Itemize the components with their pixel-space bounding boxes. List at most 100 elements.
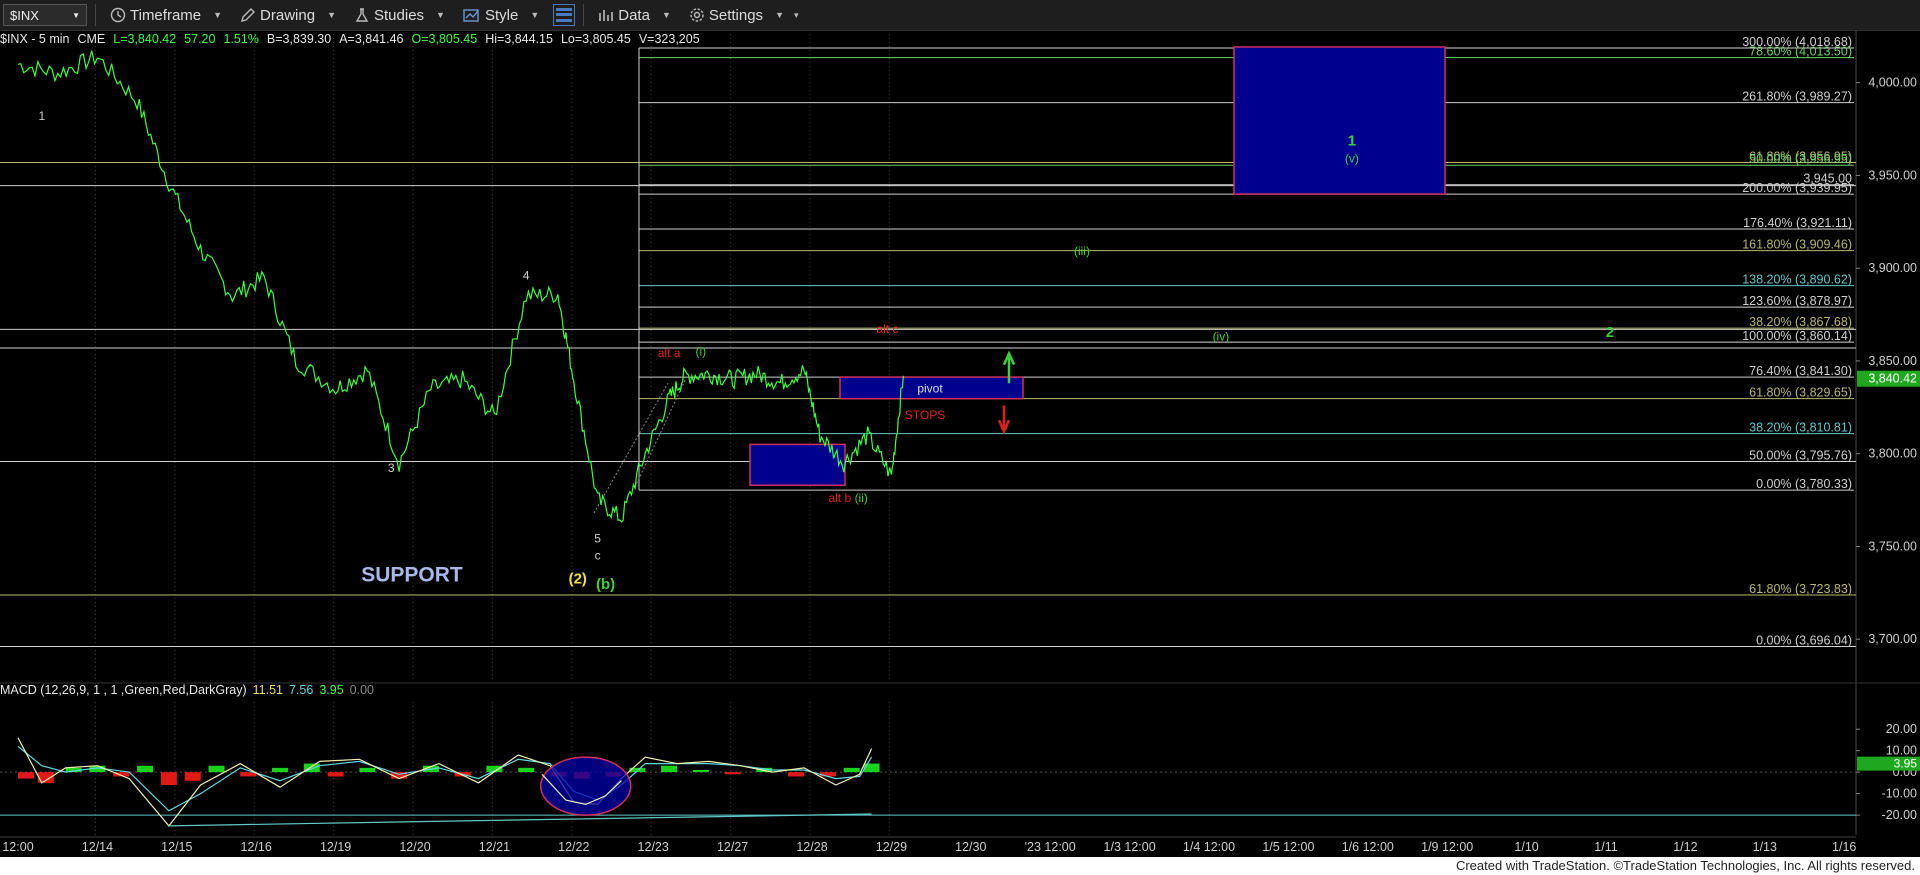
footer: Created with TradeStation. ©TradeStation… [0, 857, 1920, 875]
down-arrow-icon [997, 405, 1011, 435]
timeframe-label: Timeframe [130, 6, 202, 24]
wave-label: 1 [1348, 133, 1356, 150]
fib-label: 61.80% (3,829.65) [1749, 386, 1852, 400]
info-exchange: CME [77, 32, 106, 46]
chevron-down-icon: ▼ [661, 10, 671, 20]
layout-icon[interactable] [553, 4, 576, 26]
chart-area[interactable]: 300.00% (4,018.68)78.60% (4,013.50)261.8… [0, 30, 1920, 857]
macd-hist-value: 3.95 [319, 683, 344, 697]
macd-trendline [168, 813, 872, 827]
wave-label: 2 [1606, 324, 1614, 341]
style-label: Style [484, 6, 519, 24]
fib-label: 0.00% (3,780.33) [1756, 477, 1852, 491]
price-tick-label: 3,800.00 [1868, 447, 1917, 461]
macd-tick-label: -10.00 [1882, 787, 1917, 801]
settings-menu[interactable]: Settings ▼ ▾ [685, 2, 803, 28]
time-axis: 12:00 12/14 12/15 12/16 12/19 12/20 12/21 12/22… [0, 836, 1856, 854]
time-tick-label: '23 12:00 [1025, 840, 1076, 854]
time-tick-label: 1/12 [1673, 840, 1697, 854]
wave-label: (b) [596, 576, 615, 593]
macd-histogram-bar [359, 767, 376, 773]
price-tick-label: 3,950.00 [1868, 168, 1917, 182]
fib-label: 0.00% (3,696.04) [1756, 634, 1852, 648]
info-ask: A=3,841.46 [339, 32, 404, 46]
info-change: 57.20 [184, 32, 216, 46]
fib-label: 38.20% (3,867.68) [1749, 315, 1852, 329]
chevron-down-icon: ▼ [436, 10, 445, 20]
fib-label: 100.00% (3,860.14) [1742, 329, 1852, 343]
fib-label: 50.00% (3,956.95) [1749, 152, 1852, 166]
wave-label: 4 [523, 268, 530, 282]
time-tick-label: 1/10 [1514, 840, 1538, 854]
drawing-menu[interactable]: Drawing ▼ [236, 2, 340, 28]
price-tick-label: 3,850.00 [1868, 354, 1917, 368]
fib-label: 200.00% (3,939.95) [1742, 181, 1852, 195]
wave-label: alt c [876, 322, 898, 336]
support-label: SUPPORT [361, 564, 463, 587]
fib-label: 138.20% (3,890.62) [1742, 273, 1852, 287]
wave-label: alt a [658, 346, 681, 360]
fib-label: 76.40% (3,841.30) [1749, 364, 1852, 378]
symbol-selector[interactable]: $INX ▼ [3, 4, 87, 26]
macd-signal-line [17, 745, 873, 812]
timeframe-menu[interactable]: Timeframe ▼ [106, 2, 226, 28]
time-tick-label: 12/23 [638, 840, 669, 854]
settings-label: Settings [708, 6, 764, 24]
toolbar: $INX ▼ Timeframe ▼ Drawing ▼ Studies ▼ S… [0, 0, 1920, 31]
toolbar-separator [583, 4, 585, 26]
price-tick-label: 3,900.00 [1868, 261, 1917, 275]
studies-menu[interactable]: Studies ▼ [350, 2, 449, 28]
gear-icon [690, 8, 704, 22]
macd-label: MACD (12,26,9, 1 , 1 ,Green,Red,DarkGray… [0, 683, 247, 697]
chevron-down-icon: ▼ [530, 10, 540, 20]
time-tick-label: 12/20 [399, 840, 430, 854]
pencil-icon [241, 8, 256, 22]
time-tick-label: 1/16 [1832, 840, 1856, 854]
symbol-info-line: $INX - 5 min CME L=3,840.42 57.20 1.51% B=3,8… [0, 32, 708, 48]
macd-histogram-bar [137, 765, 154, 773]
data-menu[interactable]: Data ▼ [594, 2, 675, 28]
macd-histogram-bar [724, 772, 741, 775]
macd-histogram-bar [819, 772, 836, 777]
fib-label: 61.80% (3,723.83) [1749, 582, 1852, 596]
macd-highlight-ellipse [539, 756, 632, 816]
wave-label: (2) [569, 571, 587, 588]
macd-histogram-bar [17, 772, 34, 779]
price-tick-label: 3,750.00 [1868, 539, 1917, 553]
macd-histogram-bar [272, 767, 289, 773]
macd-histogram-bar [327, 772, 344, 777]
macd-histogram-bar [208, 765, 225, 773]
time-tick-label: 1/9 12:00 [1421, 840, 1473, 854]
info-volume: V=323,205 [638, 32, 700, 46]
time-tick-label: 12/21 [479, 840, 510, 854]
style-menu[interactable]: Style ▼ [459, 2, 543, 28]
macd-histogram-bar [863, 763, 880, 773]
macd-tick-label: 20.00 [1886, 722, 1917, 736]
info-change-pct: 1.51% [223, 32, 259, 46]
time-tick-label: 12/14 [82, 840, 113, 854]
overflow-icon: ▾ [793, 9, 799, 20]
fib-label: 161.80% (3,909.46) [1742, 238, 1852, 252]
time-tick-label: 12/28 [796, 840, 827, 854]
symbol-text: $INX [10, 7, 39, 23]
macd-value: 11.51 [252, 683, 283, 697]
price-tick-label: 3,700.00 [1868, 632, 1917, 646]
wave-label: (ii) [855, 491, 868, 505]
clock-icon [110, 7, 126, 23]
info-low: Lo=3,805.45 [560, 32, 631, 46]
time-tick-label: 12/19 [320, 840, 351, 854]
wave-label: alt b [828, 491, 851, 505]
chevron-down-icon: ▼ [775, 10, 784, 20]
macd-histogram-bar [692, 770, 709, 773]
macd-line [17, 737, 873, 827]
macd-last-label: 3.95 [1894, 757, 1918, 771]
time-tick-label: 12/29 [876, 840, 907, 854]
time-tick-label: 12:00 [2, 840, 33, 854]
chevron-down-icon: ▼ [72, 10, 80, 20]
fib-label: 123.60% (3,878.97) [1742, 294, 1852, 308]
last-price-label: 3,840.42 [1868, 372, 1917, 386]
macd-histogram-bar [661, 765, 678, 773]
info-open: O=3,805.45 [411, 32, 478, 46]
chart-style-icon [463, 9, 479, 22]
macd-zero-value: 0.00 [349, 683, 375, 697]
